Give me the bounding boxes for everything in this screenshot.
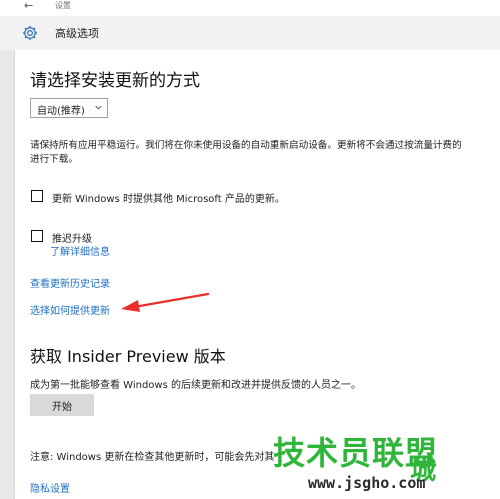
update-history-link[interactable]: 查看更新历史记录 [30,275,110,290]
chevron-down-icon [95,105,102,110]
window-title: 设置 [55,1,71,10]
back-arrow-icon[interactable]: ← [24,0,33,12]
page-title: 高级选项 [55,27,99,40]
watermark-url: www.jsgho.com [308,474,426,492]
description-line-1: 请保持所有应用平稳运行。我们将在你未使用设备的自动重新启动设备。更新将不会通过按… [30,140,462,151]
watermark-city-text: 城 [410,456,437,486]
defer-upgrade-checkbox[interactable] [31,230,43,242]
delivery-options-link[interactable]: 选择如何提供更新 [30,302,110,317]
update-method-dropdown[interactable]: 自动(推荐) [30,98,108,118]
update-description: 请保持所有应用平稳运行。我们将在你未使用设备的自动重新启动设备。更新将不会通过按… [30,139,500,167]
watermark-logo-text: 技术员联盟 [273,434,439,472]
site-watermark: 技术员联盟 城 www.jsgho.com [265,428,500,499]
start-button[interactable]: 开始 [30,394,94,416]
privacy-settings-link[interactable]: 隐私设置 [30,480,70,495]
left-sidebar-strip: A [0,16,15,499]
insider-description: 成为第一批能够查看 Windows 的后续更新和改进并提供反馈的人员之一。 [30,380,361,391]
insider-heading: 获取 Insider Preview 版本 [30,347,226,366]
other-products-label: 更新 Windows 时提供其他 Microsoft 产品的更新。 [52,194,285,205]
gear-icon [22,25,38,41]
dropdown-value: 自动(推荐) [37,106,85,117]
update-method-heading: 请选择安装更新的方式 [30,71,200,91]
other-products-checkbox[interactable] [31,190,43,202]
annotation-arrow-icon [121,292,210,312]
title-bar: ← 设置 [0,0,500,16]
learn-more-link[interactable]: 了解详细信息 [50,243,110,258]
privacy-note: 注意: Windows 更新在检查其他更新时，可能会先对其 [30,452,275,463]
description-line-2: 进行下载。 [30,154,78,165]
page-header: 高级选项 [0,16,500,50]
